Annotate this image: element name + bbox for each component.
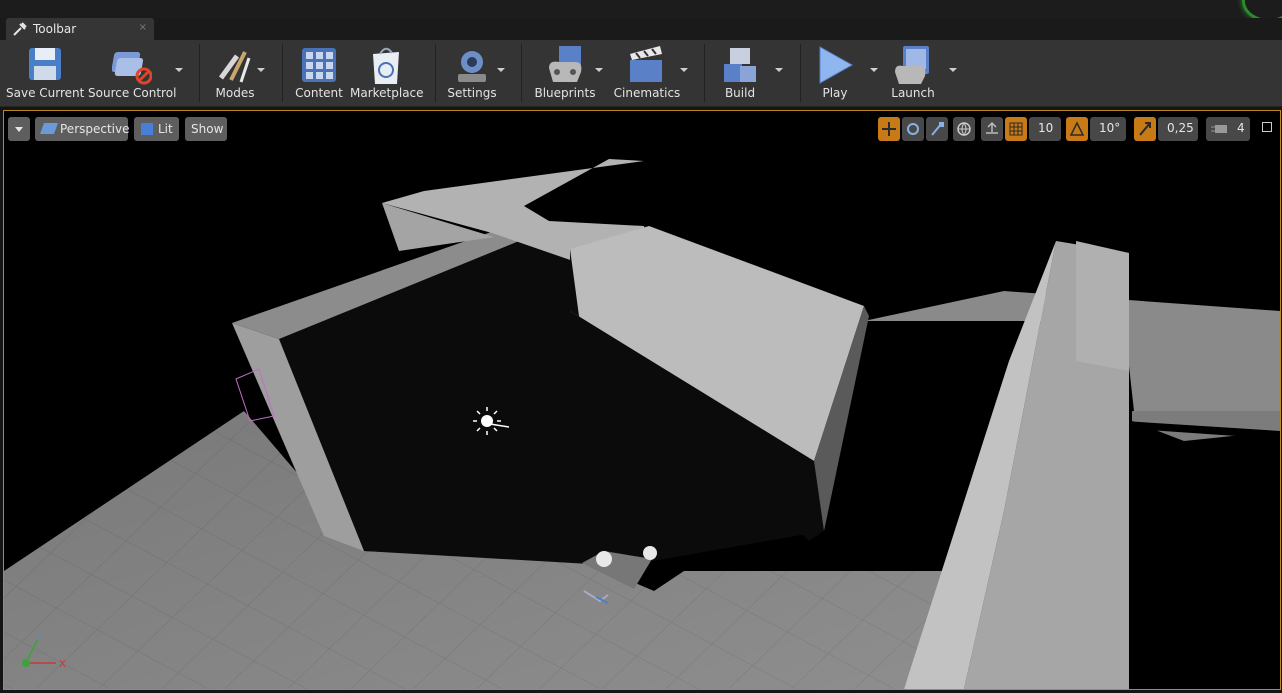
blueprints-dropdown-icon[interactable]: [595, 68, 603, 72]
wrench-icon: [13, 22, 27, 36]
cinematics-dropdown-icon[interactable]: [680, 68, 688, 72]
settings-gear-icon: [458, 51, 486, 82]
clapperboard-icon: [630, 46, 662, 82]
lit-cube-icon: [141, 123, 153, 135]
world-local-toggle[interactable]: [953, 117, 975, 141]
play-dropdown-icon[interactable]: [870, 68, 878, 72]
source-control-icon: [112, 52, 152, 85]
content-browser-icon: [302, 48, 336, 82]
surface-snap-button[interactable]: [981, 117, 1003, 141]
build-blocks-icon: [724, 48, 756, 82]
save-current-button[interactable]: Save Current: [6, 42, 84, 102]
source-control-label: Source Control: [88, 86, 177, 100]
perspective-button[interactable]: Perspective: [35, 117, 130, 141]
settings-button[interactable]: Settings: [444, 42, 500, 102]
perspective-label: Perspective: [60, 122, 130, 136]
maximize-viewport-icon[interactable]: [1262, 122, 1272, 132]
cinematics-label: Cinematics: [613, 86, 681, 100]
modes-dropdown-icon[interactable]: [257, 68, 265, 72]
blueprints-icon: [549, 46, 582, 82]
axis-x-label: X: [59, 659, 66, 670]
build-button[interactable]: Build: [712, 42, 768, 102]
save-current-label: Save Current: [6, 86, 85, 100]
rotation-snap-value[interactable]: 10°: [1090, 117, 1126, 141]
toolbar-separator: [282, 44, 283, 102]
grid-snap-toggle[interactable]: [1005, 117, 1027, 141]
launch-device-icon: [895, 46, 929, 84]
source-control-dropdown-icon[interactable]: [175, 68, 183, 72]
show-label: Show: [191, 122, 224, 136]
chevron-down-icon: [15, 127, 23, 132]
viewport-options-button[interactable]: [8, 117, 30, 141]
grid-snap-value[interactable]: 10: [1029, 117, 1061, 141]
modes-label: Modes: [215, 86, 255, 100]
scale-snap-value[interactable]: 0,25: [1158, 117, 1198, 141]
toolbar-separator: [800, 44, 801, 102]
tab-title: Toolbar: [33, 22, 77, 36]
grid-snap-label: 10: [1038, 121, 1054, 135]
save-icon: [29, 48, 61, 80]
show-flags-button[interactable]: Show: [185, 117, 227, 141]
toolbar-separator: [199, 44, 200, 102]
main-toolbar: Save Current Source Control Modes Conten…: [0, 40, 1282, 107]
view-mode-lit-button[interactable]: Lit: [134, 117, 179, 141]
camera-speed-label: 4: [1237, 121, 1245, 135]
content-button[interactable]: Content: [292, 42, 346, 102]
rotation-snap-label: 10°: [1099, 121, 1121, 135]
settings-label: Settings: [447, 86, 497, 100]
tab-close-button[interactable]: ×: [139, 22, 147, 33]
blueprints-button[interactable]: Blueprints: [530, 42, 600, 102]
play-icon: [819, 46, 854, 84]
build-label: Build: [724, 86, 756, 100]
marketplace-label: Marketplace: [350, 86, 424, 100]
globe-icon: [957, 122, 971, 136]
scale-snap-icon: [1139, 122, 1151, 136]
source-control-button[interactable]: Source Control: [88, 42, 176, 102]
camera-speed-button[interactable]: 4: [1206, 117, 1250, 141]
viewport-scene[interactable]: Z X: [4, 111, 1280, 689]
content-label: Content: [295, 86, 343, 100]
translate-tool-button[interactable]: [878, 117, 900, 141]
translate-arrows-icon: [882, 122, 896, 136]
rotation-snap-toggle[interactable]: [1066, 117, 1088, 141]
build-dropdown-icon[interactable]: [775, 68, 783, 72]
surface-snap-icon: [986, 121, 998, 134]
settings-dropdown-icon[interactable]: [497, 68, 505, 72]
angle-icon: [1069, 121, 1085, 136]
marketplace-bag-icon: [373, 47, 399, 84]
launch-dropdown-icon[interactable]: [949, 68, 957, 72]
axis-z-label: Z: [38, 632, 45, 643]
scale-icon: [931, 122, 944, 136]
rotate-icon: [907, 123, 919, 135]
perspective-camera-icon: [39, 123, 59, 134]
toolbar-separator: [521, 44, 522, 102]
marketplace-button[interactable]: Marketplace: [350, 42, 424, 102]
title-bar: [0, 0, 1282, 22]
tab-row: Toolbar ×: [0, 18, 1282, 40]
rotate-tool-button[interactable]: [902, 117, 924, 141]
launch-label: Launch: [891, 86, 935, 100]
modes-icon: [218, 51, 251, 83]
toolbar-separator: [435, 44, 436, 102]
level-viewport[interactable]: Z X Perspective Lit Show 10 10° 0,25 4: [3, 110, 1281, 690]
modes-button[interactable]: Modes: [205, 42, 265, 102]
camera-speed-icon: [1211, 125, 1227, 133]
scale-tool-button[interactable]: [926, 117, 948, 141]
launch-button[interactable]: Launch: [886, 42, 940, 102]
cinematics-button[interactable]: Cinematics: [612, 42, 682, 102]
play-label: Play: [822, 86, 848, 100]
lit-label: Lit: [158, 122, 173, 136]
play-button[interactable]: Play: [808, 42, 862, 102]
scale-snap-label: 0,25: [1167, 121, 1194, 135]
toolbar-separator: [704, 44, 705, 102]
tab-toolbar[interactable]: Toolbar ×: [6, 18, 154, 40]
blueprints-label: Blueprints: [534, 86, 596, 100]
grid-icon: [1009, 122, 1023, 136]
scale-snap-toggle[interactable]: [1134, 117, 1156, 141]
